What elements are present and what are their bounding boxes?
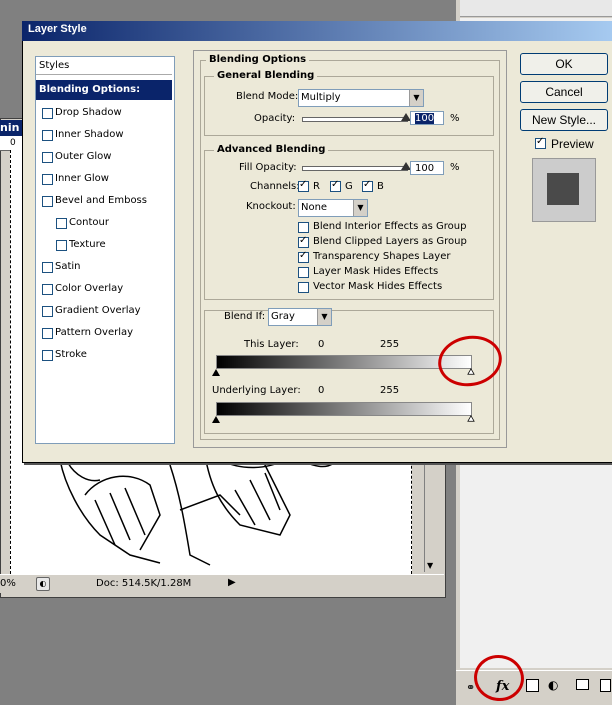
blend-interior-label[interactable]: Blend Interior Effects as Group	[313, 221, 466, 233]
group-folder-icon[interactable]	[576, 679, 589, 690]
underlying-layer-max: 255	[380, 385, 400, 396]
transparency-shapes-checkbox[interactable]	[298, 250, 309, 263]
gradient-overlay-checkbox[interactable]	[42, 306, 53, 317]
channel-r-label: R	[313, 181, 320, 192]
blending-options-item[interactable]: Blending Options: Custom	[36, 80, 172, 115]
status-arrow-icon[interactable]: ▶	[228, 577, 236, 588]
channel-g-label: G	[345, 181, 353, 192]
inner-glow-checkbox[interactable]	[42, 174, 53, 185]
layer-mask-hides-checkbox[interactable]	[298, 267, 309, 278]
knockout-select[interactable]: None ▼	[298, 199, 368, 217]
preview-checkbox[interactable]	[535, 136, 546, 149]
fill-opacity-slider[interactable]	[302, 166, 408, 171]
style-item-outer-glow[interactable]: Outer Glow	[55, 150, 111, 163]
dialog-title: Layer Style	[28, 23, 87, 35]
underlying-layer-gradient[interactable]	[216, 402, 472, 416]
style-item-contour[interactable]: Contour	[69, 216, 109, 229]
blend-clipped-checkbox[interactable]	[298, 235, 309, 248]
style-item-color-overlay[interactable]: Color Overlay	[55, 282, 123, 295]
chevron-down-icon[interactable]: ▼	[353, 200, 367, 216]
document-title: nin	[0, 120, 22, 136]
color-overlay-checkbox[interactable]	[42, 284, 53, 295]
channel-g-checkbox[interactable]	[330, 179, 341, 192]
general-blending-title: General Blending	[214, 70, 318, 82]
style-item-bevel-emboss[interactable]: Bevel and Emboss	[55, 194, 147, 207]
contour-checkbox[interactable]	[56, 218, 67, 229]
satin-checkbox[interactable]	[42, 262, 53, 273]
preview-swatch-inner	[547, 173, 579, 205]
status-menu-icon[interactable]: ◐	[36, 577, 50, 591]
style-item-texture[interactable]: Texture	[69, 238, 106, 251]
underlying-layer-white-slider[interactable]	[467, 415, 475, 422]
fill-opacity-unit: %	[450, 162, 460, 173]
advanced-blending-title: Advanced Blending	[214, 144, 329, 156]
blending-options-title: Blending Options	[206, 54, 310, 66]
underlying-layer-black-slider[interactable]	[212, 416, 220, 423]
document-scrollbar[interactable]: ▼	[424, 460, 439, 572]
styles-header[interactable]: Styles	[36, 57, 172, 75]
blend-clipped-label[interactable]: Blend Clipped Layers as Group	[313, 236, 467, 248]
underlying-layer-min: 0	[318, 385, 325, 396]
fill-opacity-label: Fill Opacity:	[239, 162, 297, 173]
blend-mode-select[interactable]: Multiply ▼	[298, 89, 424, 107]
ok-button[interactable]: OK	[520, 53, 608, 75]
bevel-emboss-checkbox[interactable]	[42, 196, 53, 207]
opacity-label: Opacity:	[254, 113, 296, 124]
stroke-checkbox[interactable]	[42, 350, 53, 361]
ruler: 0	[0, 136, 22, 151]
dialog-title-bar[interactable]	[22, 21, 612, 41]
new-layer-icon[interactable]	[600, 679, 611, 692]
opacity-slider[interactable]	[302, 117, 408, 122]
cancel-button[interactable]: Cancel	[520, 81, 608, 103]
doc-info: Doc: 514.5K/1.28M	[96, 578, 192, 589]
this-layer-label: This Layer:	[244, 339, 299, 350]
fill-opacity-input[interactable]: 100	[410, 161, 444, 175]
vector-mask-hides-label[interactable]: Vector Mask Hides Effects	[313, 281, 442, 293]
drop-shadow-checkbox[interactable]	[42, 108, 53, 119]
layer-mask-icon[interactable]	[526, 679, 539, 692]
chevron-down-icon[interactable]: ▼	[317, 309, 331, 325]
this-layer-min: 0	[318, 339, 325, 350]
outer-glow-checkbox[interactable]	[42, 152, 53, 163]
layers-panel-header	[460, 0, 612, 17]
this-layer-max: 255	[380, 339, 400, 350]
style-item-drop-shadow[interactable]: Drop Shadow	[55, 106, 122, 119]
this-layer-gradient[interactable]	[216, 355, 472, 369]
underlying-layer-label: Underlying Layer:	[212, 385, 301, 396]
chevron-down-icon[interactable]: ▼	[409, 90, 423, 106]
vector-mask-hides-checkbox[interactable]	[298, 282, 309, 293]
opacity-unit: %	[450, 113, 460, 124]
style-item-inner-glow[interactable]: Inner Glow	[55, 172, 109, 185]
transparency-shapes-label[interactable]: Transparency Shapes Layer	[313, 251, 450, 263]
style-item-inner-shadow[interactable]: Inner Shadow	[55, 128, 124, 141]
adjustment-layer-icon[interactable]: ◐	[548, 678, 558, 692]
blend-mode-label: Blend Mode:	[236, 91, 299, 102]
style-item-satin[interactable]: Satin	[55, 260, 81, 273]
channels-label: Channels:	[250, 181, 300, 192]
new-style-button[interactable]: New Style...	[520, 109, 608, 131]
style-item-stroke[interactable]: Stroke	[55, 348, 87, 361]
knockout-label: Knockout:	[246, 201, 296, 212]
layer-mask-hides-label[interactable]: Layer Mask Hides Effects	[313, 266, 438, 278]
canvas-illustration	[59, 455, 341, 566]
preview-label[interactable]: Preview	[551, 137, 594, 151]
document-status-bar: 0% ◐ Doc: 514.5K/1.28M ▶	[0, 574, 444, 593]
zoom-level[interactable]: 0%	[0, 576, 28, 592]
this-layer-black-slider[interactable]	[212, 369, 220, 376]
opacity-input[interactable]: 100	[410, 111, 444, 125]
style-item-gradient-overlay[interactable]: Gradient Overlay	[55, 304, 141, 317]
channel-b-checkbox[interactable]	[362, 179, 373, 192]
channel-r-checkbox[interactable]	[298, 179, 309, 192]
blend-if-label: Blend If:	[224, 311, 266, 322]
blend-if-select[interactable]: Gray ▼	[268, 308, 332, 326]
scroll-down-arrow-icon[interactable]: ▼	[427, 561, 433, 570]
pattern-overlay-checkbox[interactable]	[42, 328, 53, 339]
inner-shadow-checkbox[interactable]	[42, 130, 53, 141]
blend-interior-checkbox[interactable]	[298, 222, 309, 233]
channel-b-label: B	[377, 181, 384, 192]
texture-checkbox[interactable]	[56, 240, 67, 251]
style-item-pattern-overlay[interactable]: Pattern Overlay	[55, 326, 133, 339]
